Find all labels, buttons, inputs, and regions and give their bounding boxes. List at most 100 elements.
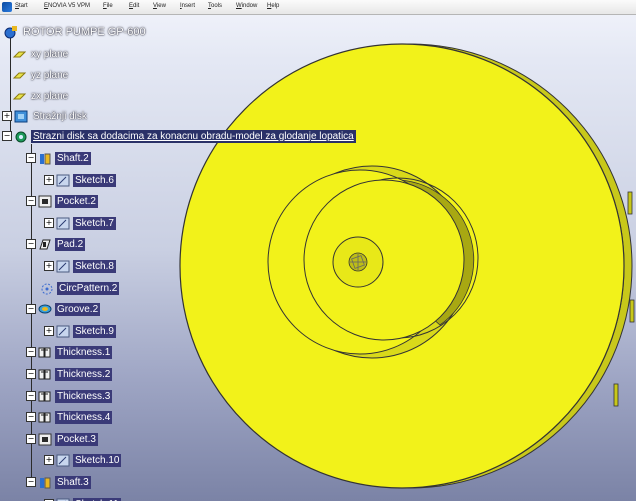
tree-root[interactable]: ROTOR PUMPE GP-600 xyxy=(4,24,148,40)
sketch-icon xyxy=(56,174,70,187)
groove-icon xyxy=(38,303,52,316)
tree-item-label: Sketch.10 xyxy=(73,453,122,467)
plane-icon xyxy=(12,69,27,82)
sketch-icon xyxy=(56,260,70,273)
catia-window: Start ENOVIA V5 VPM File Edit View Inser… xyxy=(0,0,636,501)
tree-item-shaft-2[interactable]: − Shaft.2 xyxy=(26,150,91,166)
tree-item-label: yz plane xyxy=(31,69,69,81)
sketch-icon xyxy=(56,325,70,338)
menu-view[interactable]: View xyxy=(153,3,166,9)
plane-icon xyxy=(12,48,27,61)
tree-item-sketch-8[interactable]: + Sketch.8 xyxy=(44,258,116,274)
blade-tab xyxy=(627,191,633,215)
tree-item-xy-plane[interactable]: xy plane xyxy=(12,46,70,62)
collapse-toggle-icon[interactable]: − xyxy=(26,369,36,379)
tree-item-sketch-7[interactable]: + Sketch.7 xyxy=(44,215,116,231)
pad-icon xyxy=(38,238,52,251)
collapse-toggle-icon[interactable]: − xyxy=(26,412,36,422)
tree-item-pocket-3[interactable]: − Pocket.3 xyxy=(26,431,98,447)
catia-logo-icon[interactable] xyxy=(2,2,12,12)
tree-item-label: Pad.2 xyxy=(55,237,86,251)
tree-item-label: Groove.2 xyxy=(55,302,101,316)
tree-item-groove-2[interactable]: − Groove.2 xyxy=(26,301,101,317)
tree-item-label: Thickness.2 xyxy=(55,367,113,381)
tree-item-label: zx plane xyxy=(31,90,69,102)
collapse-toggle-icon[interactable]: − xyxy=(26,477,36,487)
menu-tools[interactable]: Tools xyxy=(208,3,222,9)
tree-item-sketch-9[interactable]: + Sketch.9 xyxy=(44,323,116,339)
collapse-toggle-icon[interactable]: − xyxy=(26,347,36,357)
expand-toggle-icon[interactable]: + xyxy=(44,175,54,185)
pocket-icon xyxy=(38,433,52,446)
collapse-toggle-icon[interactable]: − xyxy=(26,153,36,163)
hub-inner-face xyxy=(303,179,465,341)
tree-item-label: Shaft.2 xyxy=(55,151,91,165)
body-gear-icon xyxy=(14,130,28,143)
sketch-icon xyxy=(56,454,70,467)
tree-item-thickness-1[interactable]: − Thickness.1 xyxy=(26,344,113,360)
body-icon xyxy=(14,110,28,123)
menu-insert[interactable]: Insert xyxy=(180,3,195,9)
tree-root-label: ROTOR PUMPE GP-600 xyxy=(23,25,146,38)
tree-item-label: Shaft.3 xyxy=(55,475,91,489)
menu-window[interactable]: Window xyxy=(236,3,257,9)
blade-tab xyxy=(629,299,635,323)
tree-item-sketch-6[interactable]: + Sketch.6 xyxy=(44,172,116,188)
menu-start[interactable]: Start xyxy=(15,3,28,9)
blade-tab xyxy=(613,383,619,407)
tree-item-label: Pocket.2 xyxy=(55,194,98,208)
circpattern-icon xyxy=(40,282,54,295)
menu-help[interactable]: Help xyxy=(267,3,279,9)
tree-item-body-2[interactable]: − Strazni disk sa dodacima za konacnu ob… xyxy=(2,128,356,144)
tree-item-label: Sketch.11 xyxy=(73,497,121,501)
tree-item-pocket-2[interactable]: − Pocket.2 xyxy=(26,193,98,209)
tree-item-label: Sketch.6 xyxy=(73,173,116,187)
expand-toggle-icon[interactable]: + xyxy=(44,455,54,465)
expand-toggle-icon[interactable]: + xyxy=(44,326,54,336)
tree-item-label: Thickness.1 xyxy=(55,345,113,359)
expand-toggle-icon[interactable]: + xyxy=(44,218,54,228)
tree-item-label: Pocket.3 xyxy=(55,432,98,446)
tree-item-label: Sketch.7 xyxy=(73,216,116,230)
product-gear-icon xyxy=(4,25,18,39)
menu-enovia[interactable]: ENOVIA V5 VPM xyxy=(44,3,90,9)
tree-item-circpattern-2[interactable]: CircPattern.2 xyxy=(40,280,120,296)
tree-item-label: Sketch.9 xyxy=(73,324,116,338)
pocket-icon xyxy=(38,195,52,208)
tree-item-thickness-2[interactable]: − Thickness.2 xyxy=(26,366,113,382)
plane-icon xyxy=(12,90,27,103)
collapse-toggle-icon[interactable]: − xyxy=(26,434,36,444)
expand-toggle-icon[interactable]: + xyxy=(2,111,12,121)
tree-item-shaft-3[interactable]: − Shaft.3 xyxy=(26,474,91,490)
tree-item-label: xy plane xyxy=(31,48,69,60)
sketch-icon xyxy=(56,217,70,230)
tree-item-label: Thickness.4 xyxy=(55,410,113,424)
thickness-icon xyxy=(38,390,52,403)
menu-edit[interactable]: Edit xyxy=(129,3,139,9)
collapse-toggle-icon[interactable]: − xyxy=(26,196,36,206)
tree-item-pad-2[interactable]: − Pad.2 xyxy=(26,236,86,252)
thickness-icon xyxy=(38,368,52,381)
tree-item-yz-plane[interactable]: yz plane xyxy=(12,67,70,83)
menu-file[interactable]: File xyxy=(103,3,113,9)
tree-item-sketch-11[interactable]: +Sketch.11 xyxy=(44,496,121,501)
collapse-toggle-icon[interactable]: − xyxy=(26,391,36,401)
shaft-icon xyxy=(38,152,52,165)
tree-item-zx-plane[interactable]: zx plane xyxy=(12,88,70,104)
collapse-toggle-icon[interactable]: − xyxy=(26,304,36,314)
collapse-toggle-icon[interactable]: − xyxy=(26,239,36,249)
tree-item-label: Stražnji disk xyxy=(33,110,87,122)
tree-item-thickness-4[interactable]: − Thickness.4 xyxy=(26,409,113,425)
thickness-icon xyxy=(38,346,52,359)
tree-item-sketch-10[interactable]: + Sketch.10 xyxy=(44,452,122,468)
tree-item-thickness-3[interactable]: − Thickness.3 xyxy=(26,388,113,404)
sketch-icon xyxy=(56,498,70,501)
collapse-toggle-icon[interactable]: − xyxy=(2,131,12,141)
tree-item-body-1[interactable]: + Stražnji disk xyxy=(2,108,89,124)
tree-item-label: Strazni disk sa dodacima za konacnu obra… xyxy=(31,129,356,143)
shaft-icon xyxy=(38,476,52,489)
menu-bar: Start ENOVIA V5 VPM File Edit View Inser… xyxy=(0,0,636,15)
expand-toggle-icon[interactable]: + xyxy=(44,261,54,271)
tree-item-label: Sketch.8 xyxy=(73,259,116,273)
thickness-icon xyxy=(38,411,52,424)
